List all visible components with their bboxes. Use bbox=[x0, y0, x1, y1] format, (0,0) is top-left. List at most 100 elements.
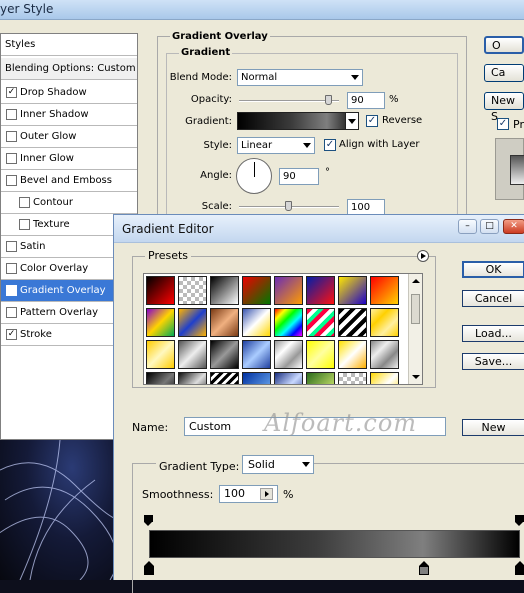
opacity-slider-thumb[interactable] bbox=[325, 95, 332, 105]
gradient-picker-button[interactable] bbox=[345, 113, 358, 129]
scroll-down-icon[interactable] bbox=[412, 375, 420, 379]
style-item-label: Contour bbox=[33, 197, 73, 208]
angle-input[interactable]: 90 bbox=[279, 168, 319, 185]
preset-swatch[interactable] bbox=[306, 340, 335, 369]
gradient-editor-titlebar[interactable]: Gradient Editor – □ ✕ bbox=[114, 215, 524, 243]
style-select[interactable]: Linear bbox=[237, 137, 315, 154]
preset-swatch[interactable] bbox=[338, 340, 367, 369]
ok-button[interactable]: OK bbox=[462, 261, 524, 278]
layer-style-titlebar[interactable]: yer Style bbox=[0, 0, 524, 20]
preset-swatch[interactable] bbox=[146, 372, 175, 384]
angle-dial[interactable] bbox=[236, 158, 272, 194]
cancel-button[interactable]: Cancel bbox=[462, 290, 524, 307]
new-style-button[interactable]: New S bbox=[484, 92, 524, 123]
style-item-label: Outer Glow bbox=[20, 131, 77, 142]
preset-swatch[interactable] bbox=[338, 372, 367, 384]
style-item-checkbox[interactable] bbox=[6, 109, 17, 120]
scrollbar-thumb[interactable] bbox=[411, 294, 420, 324]
style-item-checkbox[interactable] bbox=[6, 241, 17, 252]
preset-swatch[interactable] bbox=[306, 308, 335, 337]
presets-menu-icon[interactable] bbox=[417, 250, 429, 262]
preset-swatch[interactable] bbox=[370, 340, 399, 369]
style-item-inner-shadow[interactable]: Inner Shadow bbox=[1, 104, 137, 126]
style-item-contour[interactable]: Contour bbox=[1, 192, 137, 214]
preset-swatch[interactable] bbox=[178, 276, 207, 305]
scroll-up-icon[interactable] bbox=[412, 279, 420, 283]
preset-swatch[interactable] bbox=[242, 340, 271, 369]
align-with-layer-checkbox[interactable]: ✓ bbox=[324, 139, 336, 151]
preset-swatch[interactable] bbox=[178, 308, 207, 337]
preset-swatch[interactable] bbox=[370, 308, 399, 337]
style-item-checkbox[interactable] bbox=[6, 153, 17, 164]
preset-swatch[interactable] bbox=[146, 308, 175, 337]
styles-header[interactable]: Styles bbox=[1, 34, 137, 56]
preset-swatch[interactable] bbox=[210, 372, 239, 384]
preset-swatch[interactable] bbox=[146, 340, 175, 369]
preset-swatch[interactable] bbox=[274, 340, 303, 369]
style-item-inner-glow[interactable]: Inner Glow bbox=[1, 148, 137, 170]
opacity-stop[interactable] bbox=[144, 515, 153, 527]
presets-scrollbar[interactable] bbox=[408, 274, 422, 384]
blend-mode-label: Blend Mode: bbox=[169, 72, 232, 83]
gradient-label: Gradient: bbox=[185, 116, 232, 127]
preset-swatch[interactable] bbox=[178, 340, 207, 369]
preset-swatch[interactable] bbox=[338, 276, 367, 305]
color-stop[interactable] bbox=[143, 561, 154, 576]
opacity-input[interactable]: 90 bbox=[347, 92, 385, 109]
style-item-checkbox[interactable]: ✓ bbox=[6, 87, 17, 98]
style-item-checkbox[interactable] bbox=[19, 197, 30, 208]
preset-swatch[interactable] bbox=[274, 276, 303, 305]
color-stop[interactable] bbox=[514, 561, 524, 576]
preset-swatch[interactable] bbox=[210, 308, 239, 337]
style-item-checkbox[interactable]: ✓ bbox=[6, 285, 17, 296]
presets-label: Presets bbox=[145, 249, 192, 262]
style-item-label: Stroke bbox=[20, 329, 52, 340]
close-icon[interactable]: ✕ bbox=[503, 219, 524, 234]
opacity-stop[interactable] bbox=[515, 515, 524, 527]
opacity-slider[interactable] bbox=[239, 100, 339, 102]
style-item-checkbox[interactable] bbox=[6, 307, 17, 318]
gradient-bar[interactable] bbox=[149, 530, 520, 558]
style-item-drop-shadow[interactable]: ✓ Drop Shadow bbox=[1, 82, 137, 104]
preset-swatch[interactable] bbox=[242, 372, 271, 384]
style-item-checkbox[interactable] bbox=[19, 219, 30, 230]
style-item-bevel-and-emboss[interactable]: Bevel and Emboss bbox=[1, 170, 137, 192]
preset-swatch[interactable] bbox=[210, 276, 239, 305]
preset-swatch[interactable] bbox=[274, 372, 303, 384]
preset-swatch[interactable] bbox=[242, 308, 271, 337]
opacity-unit: % bbox=[389, 94, 399, 105]
layer-style-ok-button[interactable]: O bbox=[484, 36, 524, 54]
presets-grid bbox=[143, 273, 423, 385]
style-item-checkbox[interactable]: ✓ bbox=[6, 329, 17, 340]
preset-swatch[interactable] bbox=[210, 340, 239, 369]
load-button[interactable]: Load... bbox=[462, 325, 524, 342]
color-stop[interactable] bbox=[418, 561, 429, 576]
smoothness-slider-toggle-icon[interactable] bbox=[260, 488, 273, 500]
layer-style-cancel-button[interactable]: Ca bbox=[484, 64, 524, 82]
preset-swatch[interactable] bbox=[370, 276, 399, 305]
preset-swatch[interactable] bbox=[306, 276, 335, 305]
style-item-checkbox[interactable] bbox=[6, 175, 17, 186]
blending-options-item[interactable]: Blending Options: Custom bbox=[1, 58, 137, 80]
style-item-outer-glow[interactable]: Outer Glow bbox=[1, 126, 137, 148]
gradient-type-select[interactable]: Solid bbox=[242, 455, 314, 474]
scale-slider-thumb[interactable] bbox=[285, 201, 292, 211]
preset-swatch[interactable] bbox=[146, 276, 175, 305]
preview-checkbox[interactable]: ✓ bbox=[497, 118, 509, 130]
maximize-icon[interactable]: □ bbox=[480, 219, 499, 234]
gradient-preview[interactable] bbox=[237, 112, 359, 130]
preset-swatch[interactable] bbox=[242, 276, 271, 305]
preset-swatch[interactable] bbox=[306, 372, 335, 384]
preset-swatch[interactable] bbox=[370, 372, 399, 384]
preset-swatch[interactable] bbox=[338, 308, 367, 337]
preset-swatch[interactable] bbox=[178, 372, 207, 384]
preset-swatch[interactable] bbox=[274, 308, 303, 337]
reverse-checkbox[interactable]: ✓ bbox=[366, 115, 378, 127]
minimize-icon[interactable]: – bbox=[458, 219, 477, 234]
blend-mode-select[interactable]: Normal bbox=[237, 69, 363, 86]
save-button[interactable]: Save... bbox=[462, 353, 524, 370]
scale-label: Scale: bbox=[201, 201, 232, 212]
new-button[interactable]: New bbox=[462, 419, 524, 436]
style-item-checkbox[interactable] bbox=[6, 263, 17, 274]
style-item-checkbox[interactable] bbox=[6, 131, 17, 142]
